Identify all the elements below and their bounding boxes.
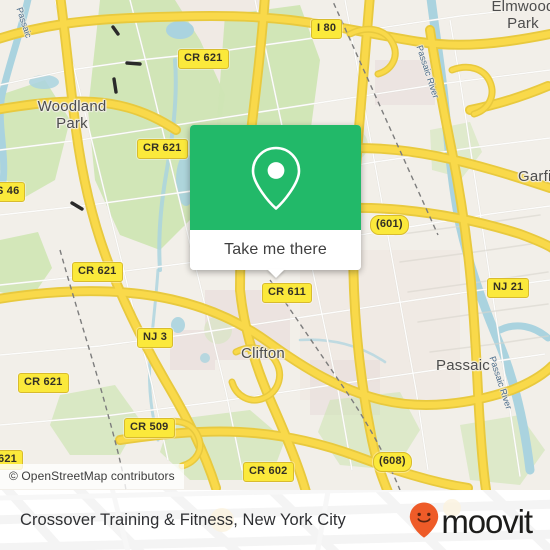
map-pin-icon bbox=[251, 146, 300, 210]
shield-cr-509: CR 509 bbox=[124, 418, 175, 438]
shield-cr-621-mid: CR 621 bbox=[137, 139, 188, 159]
shield-cr-611: CR 611 bbox=[262, 283, 312, 303]
shield-cr-621-north: CR 621 bbox=[178, 49, 229, 69]
moovit-logo[interactable]: moovit bbox=[408, 501, 533, 540]
shield-601: (601) bbox=[370, 215, 409, 235]
popup-green-panel bbox=[190, 125, 361, 230]
moovit-wordmark: moovit bbox=[441, 502, 533, 540]
screenshot-root: .mj { stroke:#f9d94a; stroke-linecap:rou… bbox=[0, 0, 550, 550]
shield-nj-3: NJ 3 bbox=[137, 328, 174, 348]
shield-608: (608) bbox=[373, 452, 412, 472]
shield-cr-602: CR 602 bbox=[243, 462, 294, 482]
osm-attribution[interactable]: © OpenStreetMap contributors bbox=[0, 464, 184, 489]
footer-content: Crossover Training & Fitness, New York C… bbox=[0, 490, 550, 550]
take-me-there-label: Take me there bbox=[224, 241, 327, 258]
shield-i-80: I 80 bbox=[311, 19, 343, 39]
take-me-there-button[interactable]: Take me there bbox=[190, 230, 361, 278]
footer-bar: Crossover Training & Fitness, New York C… bbox=[0, 490, 550, 550]
shield-cr-621-left: CR 621 bbox=[72, 262, 123, 282]
shield-cr-621-sw: CR 621 bbox=[18, 373, 69, 393]
place-title: Crossover Training & Fitness, New York C… bbox=[20, 510, 346, 529]
popup-pointer-tail bbox=[266, 269, 285, 278]
location-popup-card[interactable]: Take me there bbox=[190, 125, 361, 278]
shield-nj-21: NJ 21 bbox=[487, 278, 530, 298]
moovit-pin-icon bbox=[410, 502, 439, 538]
shield-us-46: S 46 bbox=[0, 182, 26, 202]
map-canvas[interactable]: .mj { stroke:#f9d94a; stroke-linecap:rou… bbox=[0, 0, 550, 490]
